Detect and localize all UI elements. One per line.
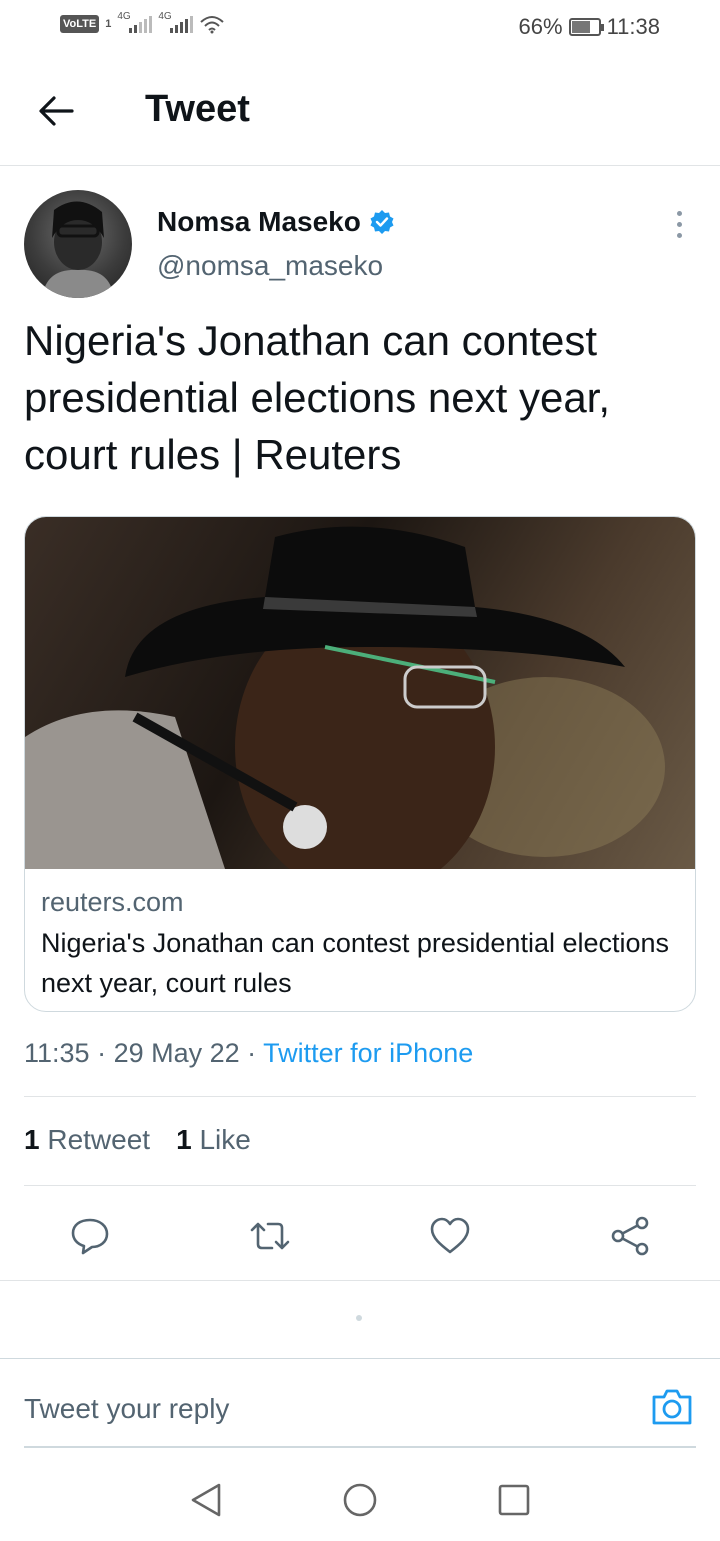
share-button[interactable] xyxy=(606,1212,654,1260)
heart-icon xyxy=(430,1217,470,1254)
more-vertical-icon xyxy=(676,210,682,216)
sim-number: 1 xyxy=(105,18,112,30)
network-type-label: 4G xyxy=(158,11,172,22)
network-type-label: 4G xyxy=(117,11,131,22)
nav-recents-button[interactable] xyxy=(492,1478,536,1522)
triangle-back-icon xyxy=(191,1483,221,1517)
verified-badge-icon xyxy=(370,210,394,234)
likes-stat[interactable]: 1 Like xyxy=(176,1124,251,1156)
battery-icon xyxy=(568,18,604,36)
page-title: Tweet xyxy=(145,88,250,130)
reply-icon xyxy=(71,1218,109,1255)
battery-percent: 66% xyxy=(518,14,563,39)
like-count: 1 xyxy=(176,1124,192,1155)
reply-input[interactable] xyxy=(24,1393,584,1425)
wifi-icon xyxy=(200,16,225,34)
avatar[interactable] xyxy=(24,190,132,298)
retweets-stat[interactable]: 1 Retweet xyxy=(24,1124,150,1156)
tweet-action-bar xyxy=(0,1200,720,1270)
back-button[interactable] xyxy=(28,86,84,136)
divider xyxy=(0,1280,720,1281)
camera-icon xyxy=(652,1389,692,1425)
reply-bar xyxy=(0,1358,720,1448)
top-app-bar: Tweet xyxy=(0,56,720,166)
author-name-text: Nomsa Maseko xyxy=(157,206,361,237)
signal-icon: 4G xyxy=(158,11,194,33)
retweet-button[interactable] xyxy=(246,1212,294,1260)
divider xyxy=(24,1096,696,1097)
circle-home-icon xyxy=(343,1483,377,1517)
loading-indicator xyxy=(356,1315,362,1321)
tweet-time: 11:35 xyxy=(24,1038,90,1068)
retweet-count: 1 xyxy=(24,1124,40,1155)
card-photo xyxy=(25,526,665,897)
arrow-left-icon xyxy=(39,96,74,126)
tweet-text: Nigeria's Jonathan can contest president… xyxy=(24,317,611,478)
author-handle[interactable]: @nomsa_maseko xyxy=(157,250,383,282)
nav-back-button[interactable] xyxy=(184,1478,228,1522)
square-recents-icon xyxy=(498,1484,530,1516)
nav-home-button[interactable] xyxy=(338,1478,382,1522)
tweet-meta: 11:35 · 29 May 22 · Twitter for iPhone xyxy=(24,1038,473,1069)
like-label: Like xyxy=(199,1124,251,1155)
avatar-photo xyxy=(42,201,114,298)
volte-badge: VoLTE xyxy=(60,15,100,33)
reply-button[interactable] xyxy=(66,1212,114,1260)
status-left: VoLTE 1 4G 4G xyxy=(60,11,225,34)
meta-separator: · xyxy=(239,1038,264,1068)
card-domain: reuters.com xyxy=(41,887,184,917)
author-name[interactable]: Nomsa Maseko xyxy=(157,206,395,238)
meta-separator: · xyxy=(89,1038,114,1068)
signal-icon: 4G xyxy=(117,11,153,33)
system-navigation-bar xyxy=(0,1460,720,1541)
retweet-label: Retweet xyxy=(47,1124,151,1155)
camera-button[interactable] xyxy=(648,1385,696,1429)
link-preview-card[interactable]: reuters.com Nigeria's Jonathan can conte… xyxy=(24,516,696,1012)
tweet-date: 29 May 22 xyxy=(113,1038,240,1068)
share-icon xyxy=(611,1216,649,1256)
reply-underline xyxy=(24,1446,696,1448)
status-bar: VoLTE 1 4G 4G 66% 11:38 xyxy=(0,0,720,56)
more-options-button[interactable] xyxy=(664,204,694,244)
clock: 11:38 xyxy=(606,14,660,39)
card-image xyxy=(25,517,695,897)
status-right: 66% 11:38 xyxy=(519,14,660,40)
engagement-stats: 1 Retweet 1 Like xyxy=(24,1124,251,1156)
card-title: Nigeria's Jonathan can contest president… xyxy=(41,928,670,998)
retweet-icon xyxy=(250,1222,290,1250)
tweet-source-link[interactable]: Twitter for iPhone xyxy=(263,1038,473,1068)
like-button[interactable] xyxy=(426,1212,474,1260)
divider xyxy=(24,1185,696,1186)
